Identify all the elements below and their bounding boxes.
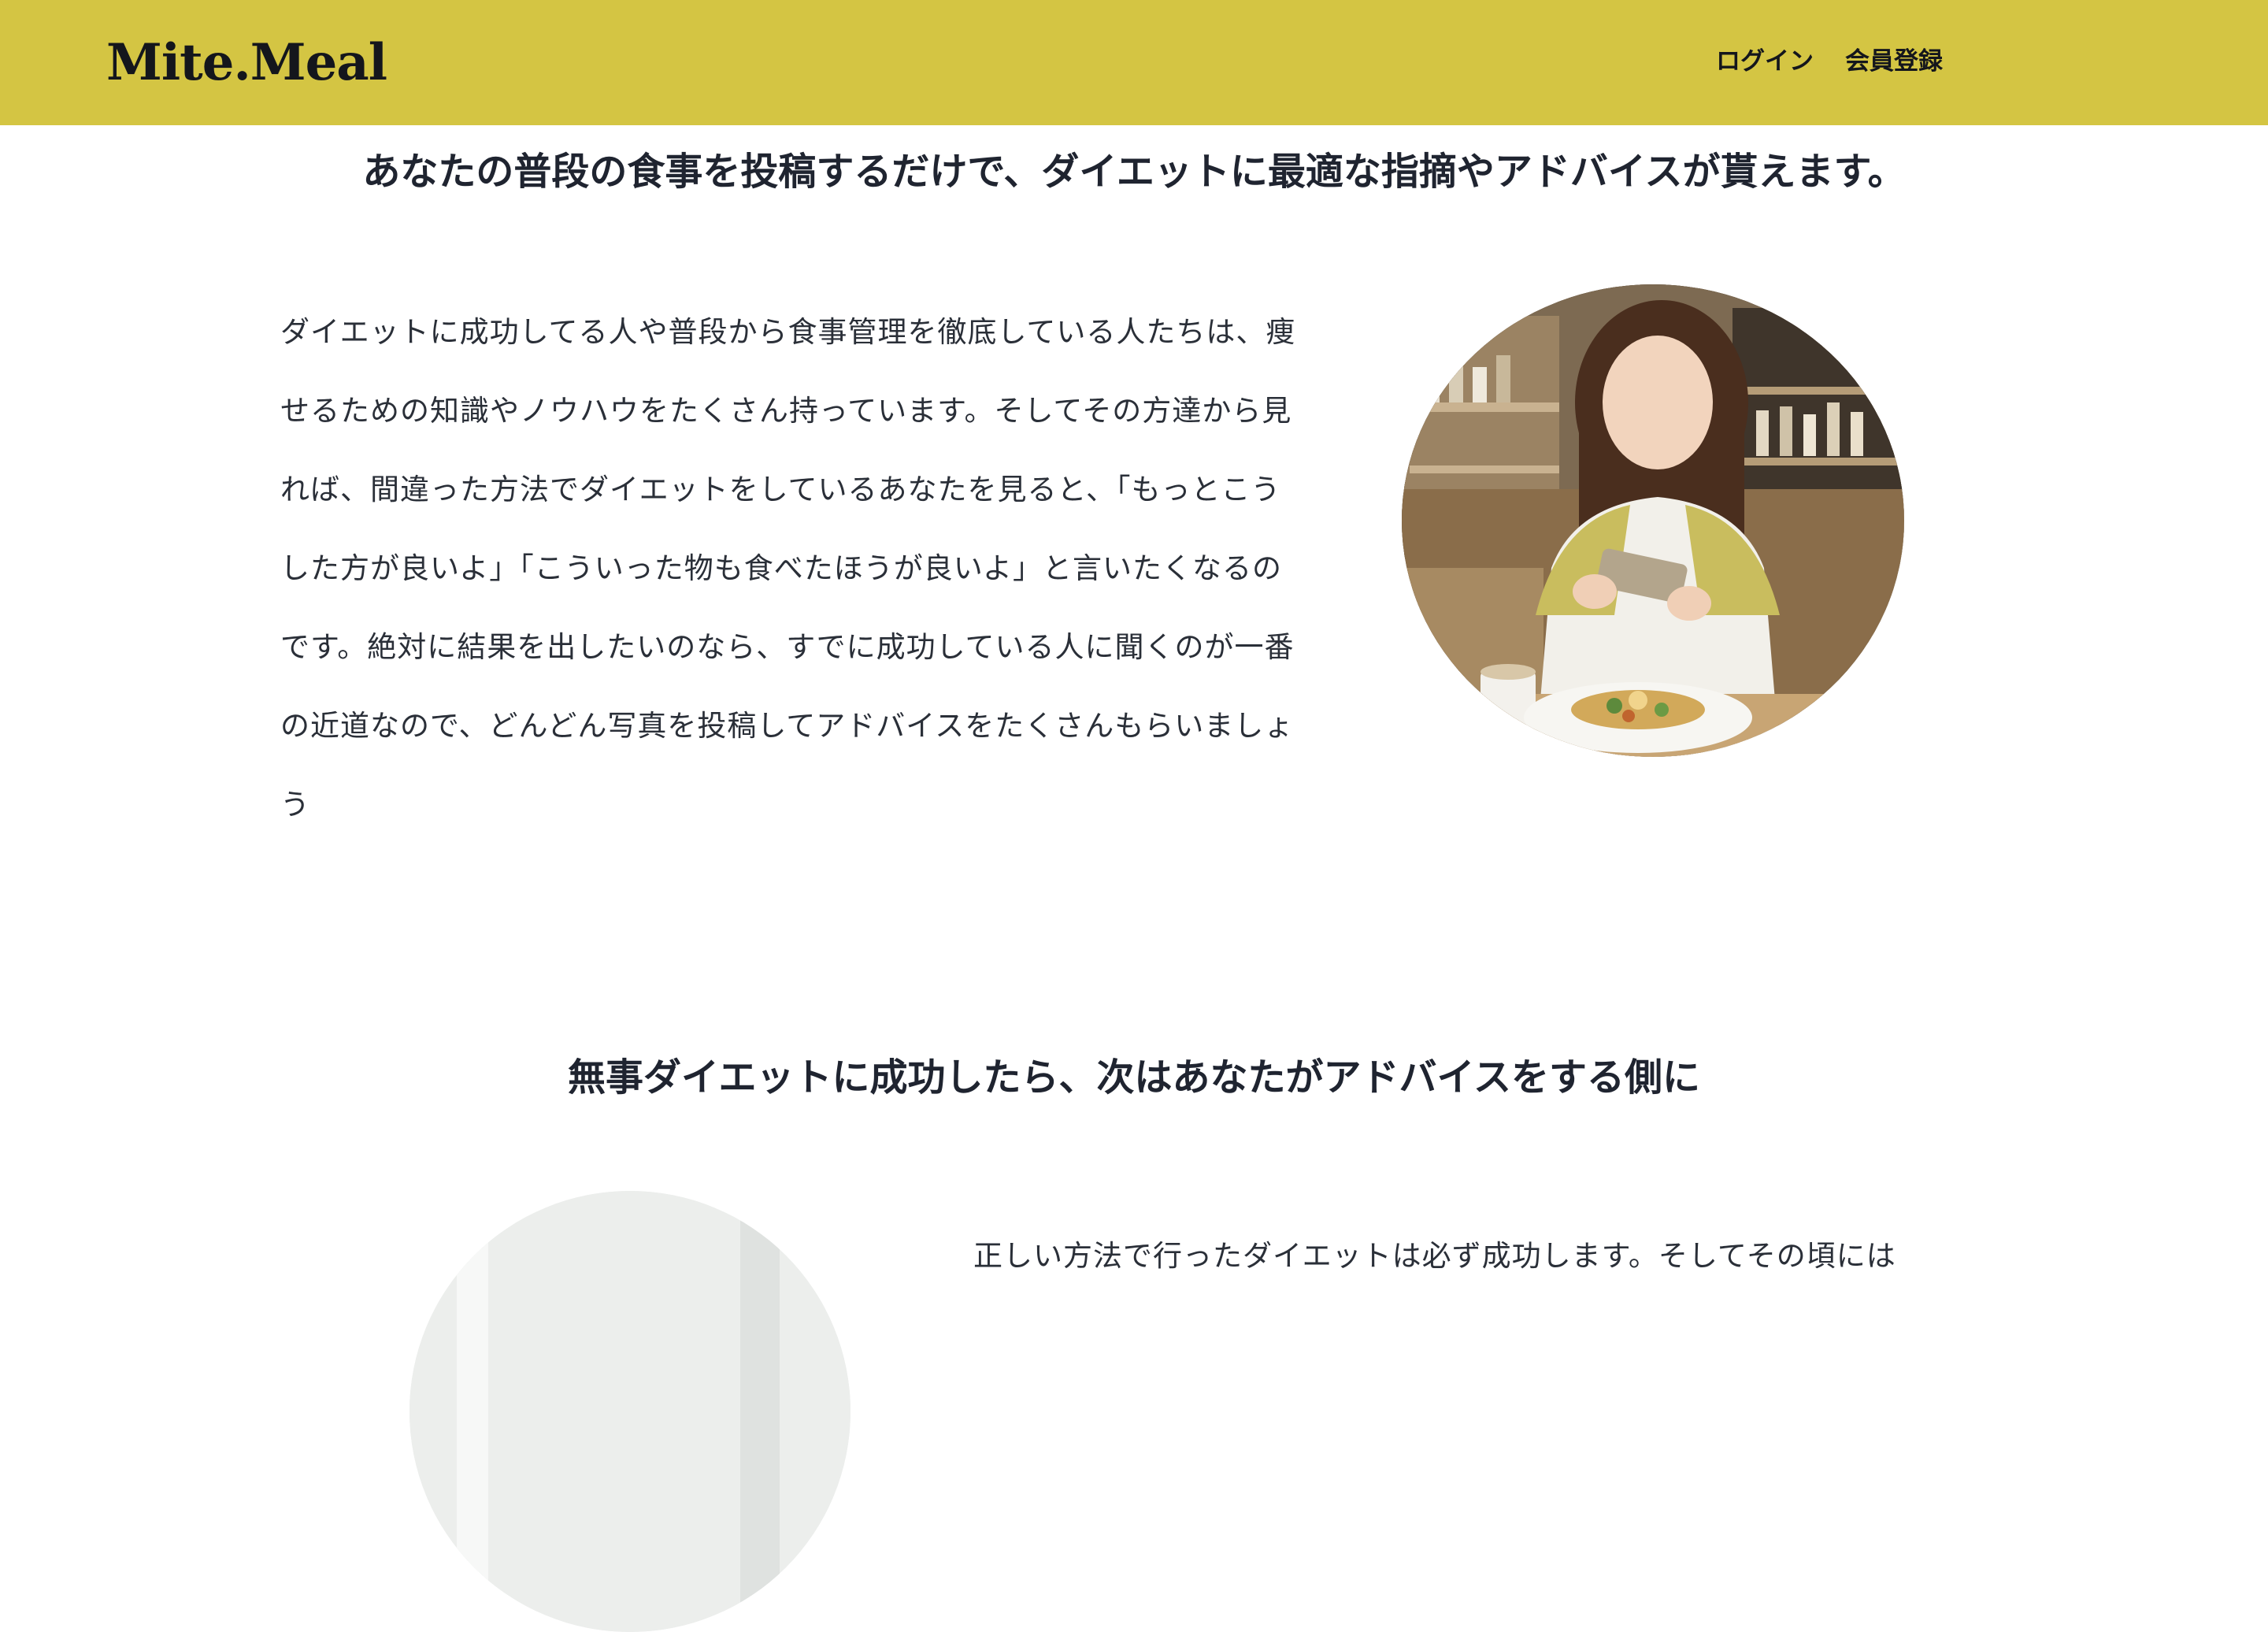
- section-2-image: [410, 1191, 850, 1632]
- site-header: Mite.Meal ログイン 会員登録: [0, 0, 2268, 125]
- login-link[interactable]: ログイン: [1716, 43, 1814, 80]
- site-logo[interactable]: Mite.Meal: [106, 30, 387, 96]
- signup-link[interactable]: 会員登録: [1845, 43, 1943, 80]
- section-1-body: ダイエットに成功してる人や普段から食事管理を徹底している人たちは、痩せるための知…: [280, 315, 1296, 822]
- section-2-body: 正しい方法で行ったダイエットは必ず成功します。そしてその頃には: [973, 1239, 1896, 1273]
- woman-photographing-meal-image: [1402, 284, 1904, 757]
- header-nav: ログイン 会員登録: [1716, 43, 1943, 80]
- section-2-title: 無事ダイエットに成功したら、次はあなたがアドバイスをする側に: [567, 1055, 1701, 1100]
- section-1-title: あなたの普段の食事を投稿するだけで、ダイエットに最適な指摘やアドバイスが貰えます…: [362, 150, 1906, 194]
